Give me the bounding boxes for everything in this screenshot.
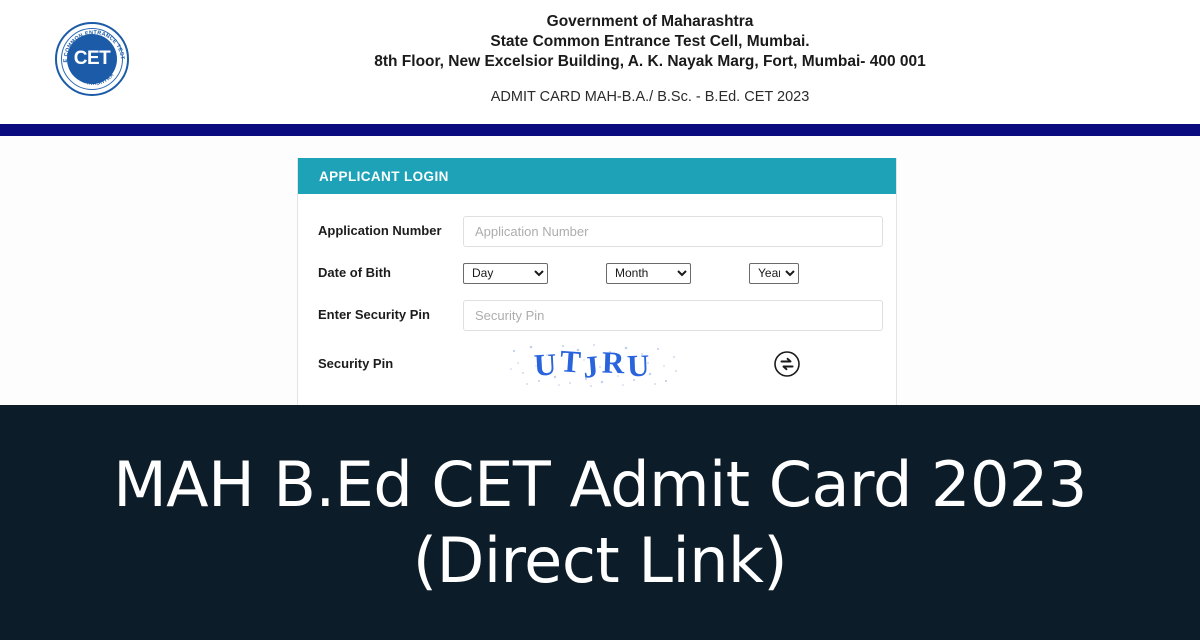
form-row-enter-security-pin: Enter Security Pin [318,294,883,336]
cet-logo-seal: STATE COMMON ENTRANCE TEST CELL MAHARASH… [55,22,129,96]
header-line-cell: State Common Entrance Test Cell, Mumbai. [490,33,810,50]
applicant-login-panel-body: Application Number Date of Bith Day [298,194,896,412]
application-number-control [463,215,883,247]
article-title-line-1: MAH B.Ed CET Admit Card 2023 [113,447,1087,521]
header-line-government: Government of Maharashtra [546,13,754,30]
applicant-login-panel: APPLICANT LOGIN Application Number Date … [297,158,897,413]
application-number-label: Application Number [318,223,442,238]
captcha-area: UTJRU [463,341,883,387]
application-number-input[interactable] [463,215,883,247]
header-line-address: 8th Floor, New Excelsior Building, A. K.… [374,53,926,70]
enter-security-pin-control [463,299,883,331]
article-title-banner: MAH B.Ed CET Admit Card 2023 (Direct Lin… [0,405,1200,640]
dob-month-select[interactable]: Month [606,262,691,284]
captcha-text: UTJRU [533,343,654,385]
site-header: STATE COMMON ENTRANCE TEST CELL MAHARASH… [0,0,1200,124]
cet-logo: STATE COMMON ENTRANCE TEST CELL MAHARASH… [55,22,129,96]
applicant-login-title: APPLICANT LOGIN [319,168,449,184]
captcha-image: UTJRU [506,341,681,387]
date-of-birth-label: Date of Bith [318,265,391,280]
form-row-security-pin-captcha: Security Pin U T J R U [318,336,876,392]
admit-card-page: STATE COMMON ENTRANCE TEST CELL MAHARASH… [0,0,1200,640]
form-row-application-number: Application Number [318,210,883,252]
header-text-block: Government of Maharashtra State Common E… [150,12,1150,106]
cet-logo-core: CET [67,34,117,84]
form-row-date-of-birth: Date of Bith Day Month Year [318,252,876,294]
security-pin-input[interactable] [463,299,883,331]
security-pin-captcha-control: UTJRU [463,341,883,387]
security-pin-label: Security Pin [318,356,394,371]
date-of-birth-select-group: Day Month Year [463,262,883,284]
cet-logo-core-text: CET [73,48,111,69]
enter-security-pin-label: Enter Security Pin [318,307,430,322]
header-admit-card-subtitle: ADMIT CARD MAH-B.A./ B.Sc. - B.Ed. CET 2… [490,89,810,105]
dob-day-select[interactable]: Day [463,262,548,284]
refresh-icon[interactable] [773,350,801,378]
applicant-login-panel-header: APPLICANT LOGIN [298,158,896,194]
navy-divider-bar [0,124,1200,136]
page-body: APPLICANT LOGIN Application Number Date … [0,136,1200,413]
date-of-birth-control: Day Month Year [463,262,883,284]
article-title-line-2: (Direct Link) [412,523,788,597]
dob-year-select[interactable]: Year [749,262,799,284]
